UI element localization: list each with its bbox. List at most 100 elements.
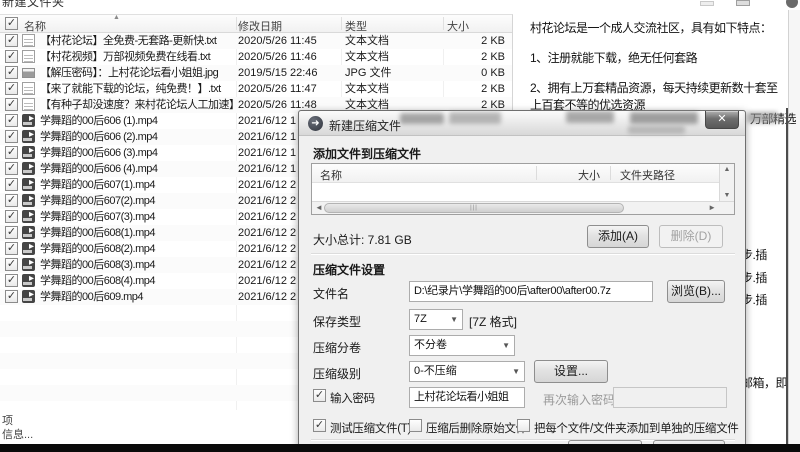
column-header-size[interactable]: 大小 [447,18,469,34]
settings-button[interactable]: 设置... [534,360,608,383]
file-checkbox[interactable]: ✓ [5,242,18,255]
window-button-icon[interactable] [786,0,798,8]
select-all-checkbox[interactable]: ✓ [5,17,18,30]
chevron-down-icon: ▼ [512,362,520,381]
file-type-icon [22,274,35,287]
file-name: 学舞蹈的00后608(1).mp4 [40,225,236,241]
file-checkbox[interactable]: ✓ [5,130,18,143]
file-checkbox[interactable]: ✓ [5,34,18,47]
scroll-left-icon[interactable]: ◄ [315,203,323,212]
file-checkbox[interactable]: ✓ [5,258,18,271]
maximize-icon[interactable] [736,0,750,6]
volume-dropdown[interactable]: 不分卷 ▼ [409,335,515,356]
file-checkbox[interactable]: ✓ [5,210,18,223]
filename-input[interactable]: D:\纪录片\学舞蹈的00后\after00\after00.7z [409,281,653,302]
password-checkbox[interactable]: ✓ [313,389,326,402]
savetype-dropdown[interactable]: 7Z ▼ [409,309,463,330]
scroll-down-icon[interactable]: ▼ [720,192,734,199]
censored-blur [400,113,444,124]
sort-asc-icon: ▲ [113,14,120,21]
section-archive-settings: 压缩文件设置 [313,261,385,278]
file-type: 文本文档 [345,33,389,49]
delete-after-checkbox[interactable] [409,419,422,432]
file-type: 文本文档 [345,49,389,65]
file-checkbox[interactable]: ✓ [5,274,18,287]
file-type-icon [22,98,35,111]
clipped-window-title: 新建文件夹 [2,0,202,9]
screen: 新建文件夹 ✓ 名称 ▲ 修改日期 类型 大小 ✓ 【村花论坛】全免费-无套路-… [0,0,800,452]
delete-button[interactable]: 删除(D) [659,225,723,248]
vertical-scrollbar[interactable]: ▲ ▼ [719,164,734,201]
new-archive-dialog: ➜ 新建压缩文件 ✕ 添加文件到压缩文件 名称 大小 文件夹路径 ▲ ▼ ◄ |… [298,110,746,452]
file-type-icon [22,50,35,63]
file-row[interactable]: ✓ 【村花视频】万部视频免费在线看.txt 2020/5/26 11:46 文本… [0,49,512,65]
file-name: 学舞蹈的00后608(3).mp4 [40,257,236,273]
file-checkbox[interactable]: ✓ [5,82,18,95]
file-checkbox[interactable]: ✓ [5,66,18,79]
file-checkbox[interactable]: ✓ [5,194,18,207]
file-checkbox[interactable]: ✓ [5,178,18,191]
separate-archive-checkbox[interactable] [517,419,530,432]
table-column-size[interactable]: 大小 [542,167,600,183]
file-checkbox[interactable]: ✓ [5,162,18,175]
savetype-value: 7Z [414,313,427,325]
table-header[interactable]: 名称 大小 文件夹路径 [312,164,734,183]
column-header-type[interactable]: 类型 [345,18,367,34]
file-list-header[interactable]: ✓ 名称 ▲ 修改日期 类型 大小 [0,15,512,33]
file-type: 文本文档 [345,81,389,97]
file-row[interactable]: ✓ 【村花论坛】全免费-无套路-更新快.txt 2020/5/26 11:45 … [0,33,512,49]
preview-scrollbar[interactable] [788,10,800,444]
chevron-down-icon: ▼ [502,336,510,355]
file-name: 学舞蹈的00后607(2).mp4 [40,193,236,209]
file-checkbox[interactable]: ✓ [5,146,18,159]
savetype-hint: [7Z 格式] [469,313,517,330]
file-name: 学舞蹈的00后606 (1).mp4 [40,113,236,129]
close-icon[interactable]: ✕ [705,111,739,129]
file-checkbox[interactable]: ✓ [5,226,18,239]
horizontal-scrollbar[interactable]: ◄ ||| ► [312,201,734,214]
password-input[interactable]: 上村花论坛看小姐姐 [409,387,525,408]
file-size: 0 KB [420,65,505,81]
password-label: 输入密码 [330,390,375,406]
column-divider[interactable] [236,17,237,30]
file-name: 【解压密码】：上村花论坛看小姐姐.jpg [40,65,236,81]
volume-value: 不分卷 [414,339,447,351]
file-checkbox[interactable]: ✓ [5,114,18,127]
preview-paragraph: 1、注册就能下载，绝无任何套路 [530,50,780,67]
file-type-icon [22,194,35,207]
password2-input[interactable] [613,387,727,408]
test-archive-checkbox[interactable]: ✓ [313,419,326,432]
level-label: 压缩级别 [313,365,361,382]
censored-blur [628,126,685,134]
scrollbar-thumb[interactable]: ||| [324,203,624,213]
table-column-path[interactable]: 文件夹路径 [620,167,675,183]
scroll-up-icon[interactable]: ▲ [720,166,734,173]
file-row[interactable]: ✓ 【解压密码】：上村花论坛看小姐姐.jpg 2019/5/15 22:46 J… [0,65,512,81]
column-header-date[interactable]: 修改日期 [238,18,282,34]
column-divider[interactable] [341,17,342,30]
table-column-name[interactable]: 名称 [320,167,342,183]
file-checkbox[interactable]: ✓ [5,50,18,63]
file-checkbox[interactable]: ✓ [5,98,18,111]
file-row[interactable]: ✓ 【来了就能下载的论坛，纯免费！】.txt 2020/5/26 11:47 文… [0,81,512,97]
file-name: 学舞蹈的00后607(3).mp4 [40,209,236,225]
file-type-icon [22,34,35,47]
browse-button[interactable]: 浏览(B)... [667,280,725,303]
file-checkbox[interactable]: ✓ [5,290,18,303]
column-divider[interactable] [610,166,611,180]
file-name: 【村花视频】万部视频免费在线看.txt [40,49,236,65]
column-divider[interactable] [443,17,444,30]
file-type-icon [22,162,35,175]
column-divider[interactable] [536,166,537,180]
level-dropdown[interactable]: 0-不压缩 ▼ [409,361,525,382]
censored-blur [566,111,614,123]
window-control-icon[interactable] [700,1,714,6]
savetype-label: 保存类型 [313,313,361,330]
column-header-name[interactable]: 名称 [24,18,46,34]
censored-blur [449,112,501,124]
volume-label: 压缩分卷 [313,339,361,356]
file-type-icon [22,226,35,239]
add-button[interactable]: 添加(A) [587,225,649,248]
app-icon: ➜ [308,116,323,131]
scroll-right-icon[interactable]: ► [708,203,716,212]
